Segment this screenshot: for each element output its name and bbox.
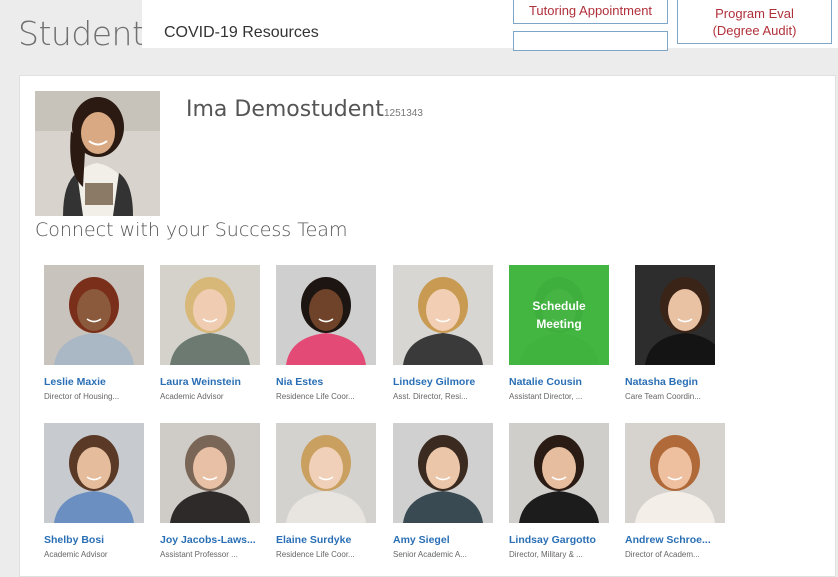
team-member-name[interactable]: Leslie Maxie — [44, 376, 154, 388]
schedule-meeting-overlay[interactable]: Schedule Meeting — [509, 265, 609, 365]
team-member-title: Senior Academic A... — [393, 550, 467, 559]
team-member-name[interactable]: Shelby Bosi — [44, 534, 154, 546]
team-member-title: Assistant Director, ... — [509, 392, 583, 401]
team-member-title: Academic Advisor — [44, 550, 108, 559]
team-member-photo[interactable] — [625, 423, 725, 523]
team-member-name[interactable]: Laura Weinstein — [160, 376, 270, 388]
team-member-name[interactable]: Nia Estes — [276, 376, 386, 388]
team-member-name[interactable]: Andrew Schroe... — [625, 534, 735, 546]
team-member-name[interactable]: Natalie Cousin — [509, 376, 619, 388]
team-member-photo[interactable] — [393, 265, 493, 365]
team-member-photo[interactable] — [160, 265, 260, 365]
team-member-title: Director of Housing... — [44, 392, 120, 401]
schedule-label-line2: Meeting — [536, 317, 582, 331]
team-member-card[interactable]: Amy Siegel Senior Academic A... — [393, 423, 503, 559]
team-member-title: Academic Advisor — [160, 392, 224, 401]
team-member-title: Care Team Coordin... — [625, 392, 701, 401]
team-member-title: Residence Life Coor... — [276, 392, 355, 401]
team-member-card[interactable]: Nia Estes Residence Life Coor... — [276, 265, 386, 401]
team-member-card[interactable]: Shelby Bosi Academic Advisor — [44, 423, 154, 559]
team-member-card[interactable]: Joy Jacobs-Laws... Assistant Professor ..… — [160, 423, 270, 559]
hidden-action-button[interactable] — [513, 31, 668, 51]
success-team-heading: Connect with your Success Team — [35, 219, 348, 241]
team-member-card[interactable]: Laura Weinstein Academic Advisor — [160, 265, 270, 401]
page-title: Student — [18, 14, 145, 53]
program-eval-label-line1: Program Eval — [715, 6, 794, 21]
team-member-title: Director of Academ... — [625, 550, 700, 559]
team-member-photo[interactable] — [635, 265, 715, 365]
team-member-name[interactable]: Elaine Surdyke — [276, 534, 386, 546]
team-member-card[interactable]: Schedule Meeting Natalie Cousin Assistant D… — [509, 265, 619, 401]
team-member-photo[interactable] — [44, 423, 144, 523]
team-member-photo[interactable] — [393, 423, 493, 523]
team-member-name[interactable]: Lindsay Gargotto — [509, 534, 619, 546]
program-eval-button[interactable]: Program Eval (Degree Audit) — [677, 0, 832, 44]
team-member-name[interactable]: Lindsey Gilmore — [393, 376, 503, 388]
team-member-title: Residence Life Coor... — [276, 550, 355, 559]
tutoring-appointment-button[interactable]: Tutoring Appointment — [513, 0, 668, 24]
team-member-name[interactable]: Natasha Begin — [625, 376, 735, 388]
team-member-card[interactable]: Lindsey Gilmore Asst. Director, Resi... — [393, 265, 503, 401]
team-member-card[interactable]: Andrew Schroe... Director of Academ... — [625, 423, 735, 559]
team-member-name[interactable]: Amy Siegel — [393, 534, 503, 546]
student-id: 1251343 — [384, 108, 423, 119]
student-photo — [35, 91, 160, 216]
team-member-card[interactable]: Lindsay Gargotto Director, Military & ... — [509, 423, 619, 559]
program-eval-label-line2: (Degree Audit) — [712, 23, 797, 38]
team-member-photo[interactable] — [276, 423, 376, 523]
team-member-photo[interactable] — [509, 423, 609, 523]
team-member-name[interactable]: Joy Jacobs-Laws... — [160, 534, 270, 546]
team-member-photo[interactable] — [276, 265, 376, 365]
team-member-title: Asst. Director, Resi... — [393, 392, 468, 401]
team-member-photo[interactable] — [44, 265, 144, 365]
team-member-photo[interactable]: Schedule Meeting — [509, 265, 609, 365]
team-member-card[interactable]: Leslie Maxie Director of Housing... — [44, 265, 154, 401]
schedule-label-line1: Schedule — [532, 299, 586, 313]
team-member-photo[interactable] — [160, 423, 260, 523]
student-name: Ima Demostudent — [186, 97, 384, 122]
team-member-card[interactable]: Elaine Surdyke Residence Life Coor... — [276, 423, 386, 559]
team-member-title: Assistant Professor ... — [160, 550, 238, 559]
team-member-card[interactable]: Natasha Begin Care Team Coordin... — [625, 265, 735, 401]
team-member-title: Director, Military & ... — [509, 550, 583, 559]
covid-resources-link[interactable]: COVID-19 Resources — [164, 24, 319, 42]
